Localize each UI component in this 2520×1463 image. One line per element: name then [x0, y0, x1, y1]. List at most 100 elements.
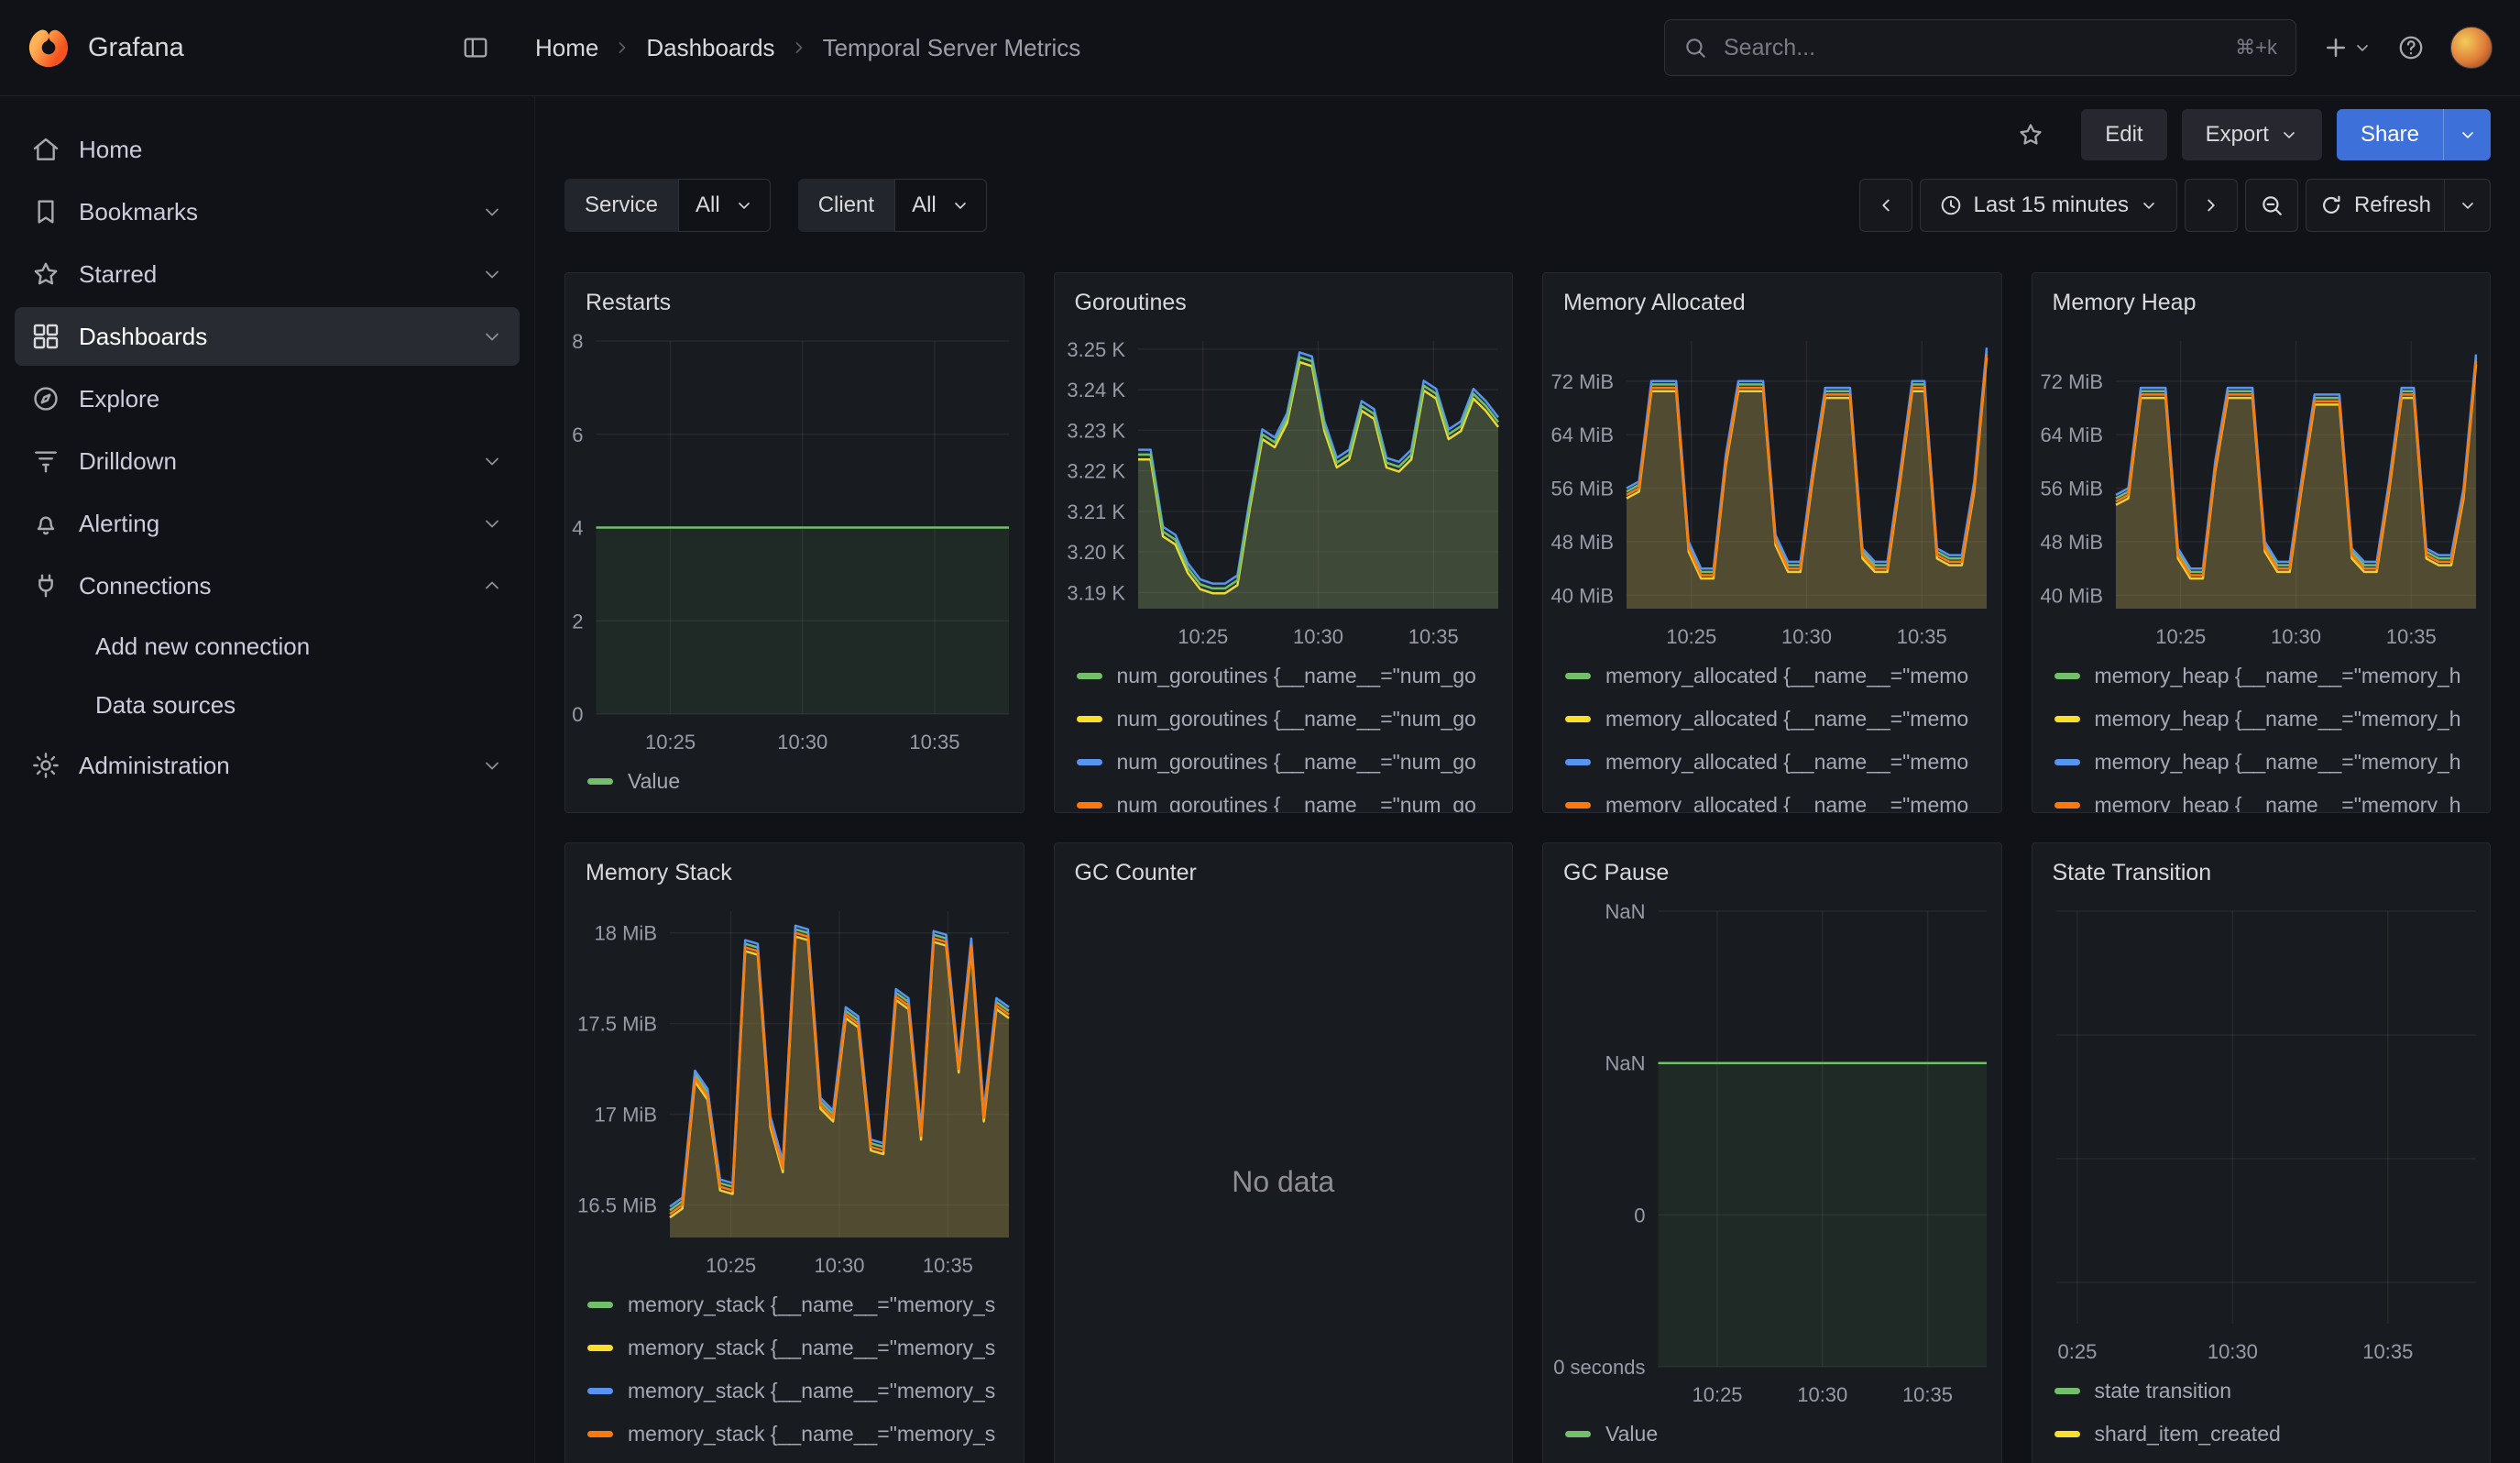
sidebar-item-dashboards[interactable]: Dashboards [15, 307, 520, 366]
legend-item[interactable]: memory_stack {__name__="memory_s [565, 1370, 1024, 1413]
sidebar-item-drilldown[interactable]: Drilldown [15, 432, 520, 490]
sidebar-item-label: Starred [79, 260, 463, 289]
legend-item[interactable]: num_goroutines {__name__="num_go [1055, 698, 1513, 741]
service-filter-label: Service [564, 179, 678, 232]
body-row: HomeBookmarks Starred DashboardsExploreDri… [0, 96, 2520, 1463]
panel-title[interactable]: Memory Heap [2032, 273, 2491, 328]
chevron-down-icon[interactable] [481, 450, 503, 472]
search-input[interactable] [1722, 34, 2220, 62]
legend-item[interactable]: num_goroutines {__name__="num_go [1055, 654, 1513, 698]
svg-text:10:35: 10:35 [1897, 625, 1947, 648]
legend-item[interactable]: memory_allocated {__name__="memo [1543, 698, 2001, 741]
legend-marker [2054, 1431, 2080, 1437]
legend-item[interactable]: memory_heap {__name__="memory_h [2032, 784, 2491, 813]
sidebar-item-administration[interactable]: Administration [15, 736, 520, 795]
svg-text:64 MiB: 64 MiB [2040, 424, 2102, 446]
legend-item[interactable]: num_goroutines {__name__="num_go [1055, 784, 1513, 813]
panel-title[interactable]: Memory Stack [565, 843, 1024, 898]
brand[interactable]: Grafana [27, 27, 184, 69]
panel-title[interactable]: Memory Allocated [1543, 273, 2001, 328]
breadcrumb-dashboards[interactable]: Dashboards [646, 34, 774, 62]
time-shift-forward-button[interactable] [2185, 179, 2238, 232]
legend-label: Value [1605, 1422, 1658, 1446]
sidebar-item-label: Administration [79, 752, 463, 780]
legend-item[interactable]: memory_heap {__name__="memory_h [2032, 741, 2491, 784]
sidebar-item-data-sources[interactable]: Data sources [15, 677, 520, 732]
favorite-star-button[interactable] [2010, 121, 2052, 148]
legend-item[interactable]: memory_stack {__name__="memory_s [565, 1326, 1024, 1370]
legend-item[interactable]: memory_heap {__name__="memory_h [2032, 654, 2491, 698]
legend-item[interactable]: Value [565, 760, 1024, 803]
legend-item[interactable]: memory_stack {__name__="memory_s [565, 1413, 1024, 1456]
refresh-button[interactable]: Refresh [2306, 179, 2445, 232]
client-filter-value[interactable]: All [894, 179, 987, 232]
breadcrumb-home[interactable]: Home [535, 34, 598, 62]
legend-marker [587, 778, 613, 785]
legend-item[interactable]: num_goroutines {__name__="num_go [1055, 741, 1513, 784]
chevron-down-icon[interactable] [481, 201, 503, 223]
legend-item[interactable]: memory_allocated {__name__="memo [1543, 654, 2001, 698]
share-split-button: Share [2337, 109, 2491, 160]
sidebar-item-label: Data sources [95, 691, 503, 720]
dock-menu-button[interactable] [462, 34, 489, 61]
legend-label: memory_allocated {__name__="memo [1605, 707, 1968, 732]
chart-canvas: 72 MiB64 MiB56 MiB48 MiB40 MiB10:2510:30… [1543, 328, 2001, 651]
sidebar-item-home[interactable]: Home [15, 120, 520, 179]
legend-item[interactable]: memory_allocated {__name__="memo [1543, 784, 2001, 813]
legend: memory_heap {__name__="memory_hmemory_he… [2032, 651, 2491, 813]
chevron-down-icon[interactable] [481, 754, 503, 776]
chevron-down-icon[interactable] [481, 263, 503, 285]
legend: Value [565, 756, 1024, 812]
svg-text:3.19 K: 3.19 K [1067, 581, 1125, 604]
chart-area: 72 MiB64 MiB56 MiB48 MiB40 MiB10:2510:30… [1543, 328, 2001, 651]
time-shift-back-button[interactable] [1859, 179, 1912, 232]
sidebar-item-starred[interactable]: Starred [15, 245, 520, 303]
refresh-interval-button[interactable] [2445, 179, 2491, 232]
svg-text:17 MiB: 17 MiB [595, 1104, 657, 1127]
grafana-app: Grafana Home Dashboards Temporal Server … [0, 0, 2520, 1463]
sidebar-item-add-new-connection[interactable]: Add new connection [15, 619, 520, 674]
sidebar-item-bookmarks[interactable]: Bookmarks [15, 182, 520, 241]
svg-text:56 MiB: 56 MiB [1551, 478, 1614, 500]
time-range-picker[interactable]: Last 15 minutes [1920, 179, 2177, 232]
legend-item[interactable]: shard_item_created [2032, 1413, 2491, 1456]
zoom-out-button[interactable] [2245, 179, 2298, 232]
new-button[interactable] [2322, 34, 2372, 61]
help-button[interactable] [2397, 34, 2425, 61]
export-button[interactable]: Export [2182, 109, 2322, 160]
chart-area: 18 MiB17.5 MiB17 MiB16.5 MiB10:2510:3010… [565, 898, 1024, 1280]
sidebar-item-connections[interactable]: Connections [15, 556, 520, 615]
panel-title[interactable]: Goroutines [1055, 273, 1513, 328]
header-actions [2322, 27, 2493, 69]
legend-marker [587, 1431, 613, 1437]
share-button[interactable]: Share [2337, 109, 2443, 160]
chart-canvas: 3.25 K3.24 K3.23 K3.22 K3.21 K3.20 K3.19… [1055, 328, 1513, 651]
chevron-down-icon[interactable] [481, 512, 503, 534]
service-filter-value[interactable]: All [678, 179, 771, 232]
legend-item[interactable]: state transition [2032, 1370, 2491, 1413]
legend-item[interactable]: memory_allocated {__name__="memo [1543, 741, 2001, 784]
bell-icon [31, 509, 60, 538]
legend-marker [1565, 1431, 1591, 1437]
sidebar-item-explore[interactable]: Explore [15, 369, 520, 428]
avatar[interactable] [2450, 27, 2493, 69]
share-menu-button[interactable] [2443, 109, 2491, 160]
legend-label: num_goroutines {__name__="num_go [1117, 664, 1476, 688]
search-box[interactable]: ⌘+k [1664, 19, 2296, 76]
legend-item[interactable]: Value [1543, 1413, 2001, 1456]
edit-button[interactable]: Edit [2081, 109, 2166, 160]
legend-item[interactable]: memory_heap {__name__="memory_h [2032, 698, 2491, 741]
legend-item[interactable]: memory_stack {__name__="memory_s [565, 1283, 1024, 1326]
panel-title[interactable]: GC Counter [1055, 843, 1513, 898]
panel-title[interactable]: State Transition [2032, 843, 2491, 898]
panel-title[interactable]: GC Pause [1543, 843, 2001, 898]
legend-marker [2054, 716, 2080, 722]
sidebar-item-alerting[interactable]: Alerting [15, 494, 520, 553]
chevron-up-icon[interactable] [481, 575, 503, 597]
svg-text:0: 0 [1634, 1204, 1645, 1226]
svg-text:10:30: 10:30 [2207, 1340, 2257, 1363]
panel-title[interactable]: Restarts [565, 273, 1024, 328]
chevron-down-icon[interactable] [481, 325, 503, 347]
svg-text:18 MiB: 18 MiB [595, 922, 657, 945]
chart-area: 0:2510:3010:35 [2032, 898, 2491, 1366]
